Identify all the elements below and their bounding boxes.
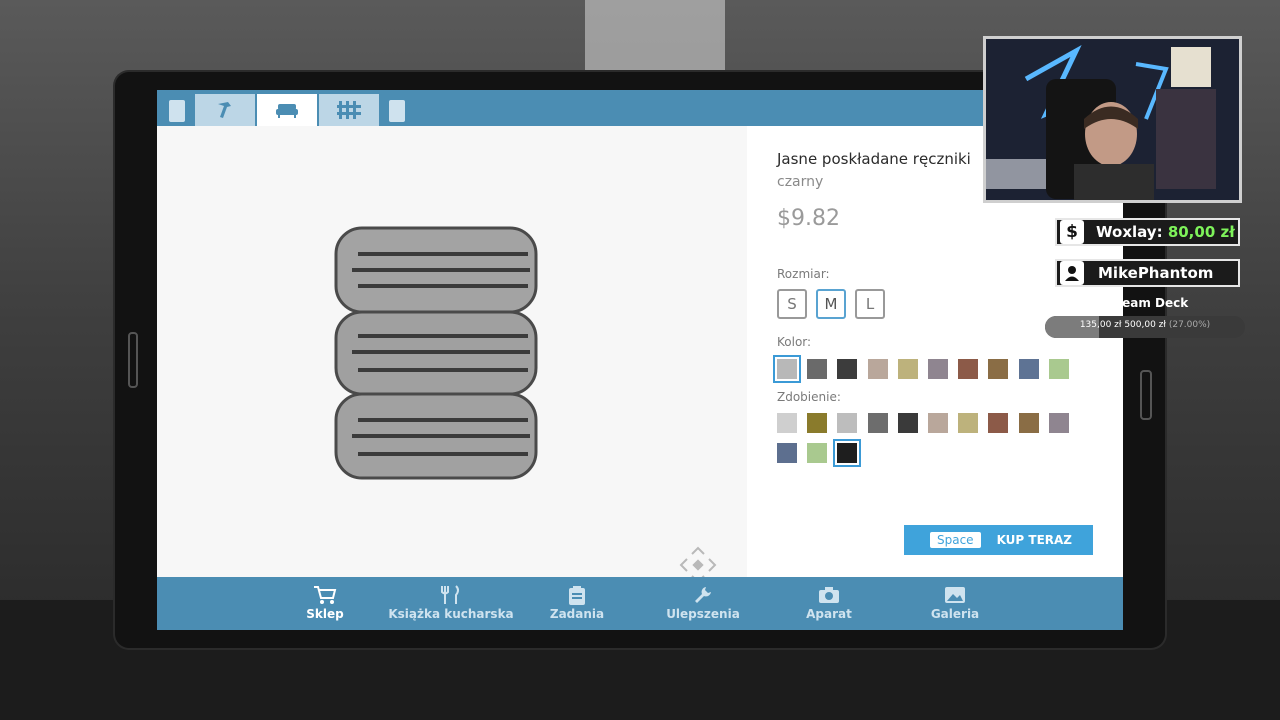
tablet-home-button [128,332,138,388]
tab-fences[interactable] [319,94,379,126]
nav-camera-label: Aparat [806,607,852,621]
color-swatch[interactable] [988,359,1009,379]
product-name: Jasne poskładane ręczniki [777,150,971,168]
color-swatch[interactable] [1018,359,1039,379]
nav-upgrades-label: Ulepszenia [666,607,740,621]
nav-gallery-label: Galeria [930,607,980,621]
buy-now-button[interactable]: Space KUP TERAZ [904,525,1093,555]
cutlery-icon [441,585,459,604]
decor-swatch[interactable] [958,413,979,433]
decor-swatch[interactable] [897,413,918,433]
webcam-feed-image [986,39,1239,200]
color-swatch[interactable] [928,359,948,379]
decor-swatch[interactable] [777,413,797,433]
size-option-l[interactable]: L [855,289,885,319]
webcam-overlay [983,36,1242,203]
decor-swatch[interactable] [833,439,862,467]
donor-amount: 80,00 zł [1167,223,1235,241]
latest-subscriber-box: MikePhantom [1055,259,1240,287]
category-tab-bar [157,90,1123,126]
nav-gallery[interactable]: Galeria [892,585,1018,621]
color-swatch[interactable] [807,359,828,379]
background-wall-light [585,0,725,70]
tab-scroll-right-handle[interactable] [389,100,405,122]
size-option-s[interactable]: S [777,289,807,319]
user-icon [1060,261,1084,285]
decor-swatch[interactable] [777,443,797,463]
tablet-screen: Jasne poskładane ręczniki czarny $9.82 R… [157,90,1123,630]
latest-donation-box: $ Woxlay: 80,00 zł [1055,218,1240,246]
decor-swatch[interactable] [807,413,828,433]
color-label: Kolor: [777,335,812,349]
clipboard-icon [569,586,585,605]
buy-hotkey: Space [930,532,981,548]
nav-cookbook-label: Książka kucharska [388,607,514,621]
nav-shop[interactable]: Sklep [262,585,388,621]
color-swatch[interactable] [837,359,858,379]
buy-now-label: KUP TERAZ [996,533,1072,547]
decor-swatch[interactable] [837,413,858,433]
color-swatch[interactable] [1048,359,1069,379]
decor-swatch[interactable] [1018,413,1039,433]
wrench-icon [695,587,711,603]
product-preview[interactable] [157,126,747,584]
decor-swatch[interactable] [928,413,948,433]
decor-swatch[interactable] [807,443,828,463]
latest-donation: Woxlay: 80,00 zł [1096,223,1235,241]
goal-progress-text: 135,00 zł 500,00 zł (27.00%) [1045,320,1245,330]
decor-swatch[interactable] [988,413,1009,433]
color-swatch[interactable] [958,359,979,379]
product-price: $9.82 [777,206,840,231]
nav-cookbook[interactable]: Książka kucharska [388,585,514,621]
decor-swatch[interactable] [1048,413,1069,433]
color-swatch[interactable] [773,355,801,383]
nav-camera[interactable]: Aparat [766,585,892,621]
decor-label: Zdobienie: [777,390,841,404]
camera-icon [819,587,839,603]
dollar-icon: $ [1060,220,1084,244]
size-option-m[interactable]: M [816,289,846,319]
goal-title: Stream Deck [1101,296,1189,310]
tab-scroll-left-handle[interactable] [169,100,185,122]
tablet-side-button [1140,370,1152,420]
goal-progress-bar: 135,00 zł 500,00 zł (27.00%) [1045,316,1245,338]
donor-name: Woxlay: [1096,223,1163,241]
nav-tasks[interactable]: Zadania [514,585,640,621]
towel-stack [334,226,538,480]
image-icon [945,587,965,603]
goal-percent: (27.00%) [1168,320,1211,330]
color-swatch[interactable] [867,359,888,379]
tab-furniture[interactable] [257,94,317,126]
cart-icon [314,586,337,604]
bottom-navigation: Sklep Książka kucharska Zadania Ulepszen… [157,577,1123,630]
product-color-name: czarny [777,174,824,190]
size-label: Rozmiar: [777,267,830,281]
subscriber-name: MikePhantom [1098,264,1214,282]
towels-image [334,226,538,480]
nav-upgrades[interactable]: Ulepszenia [640,585,766,621]
decor-swatch[interactable] [867,413,888,433]
hammer-icon [218,102,231,118]
goal-target: 500,00 zł [1124,320,1166,330]
color-swatch[interactable] [897,359,918,379]
nav-tasks-label: Zadania [549,607,605,621]
nav-shop-label: Sklep [306,607,344,621]
goal-current: 135,00 zł [1079,320,1122,330]
fence-icon [337,101,361,119]
sofa-icon [276,104,298,118]
tab-tools[interactable] [195,94,255,126]
